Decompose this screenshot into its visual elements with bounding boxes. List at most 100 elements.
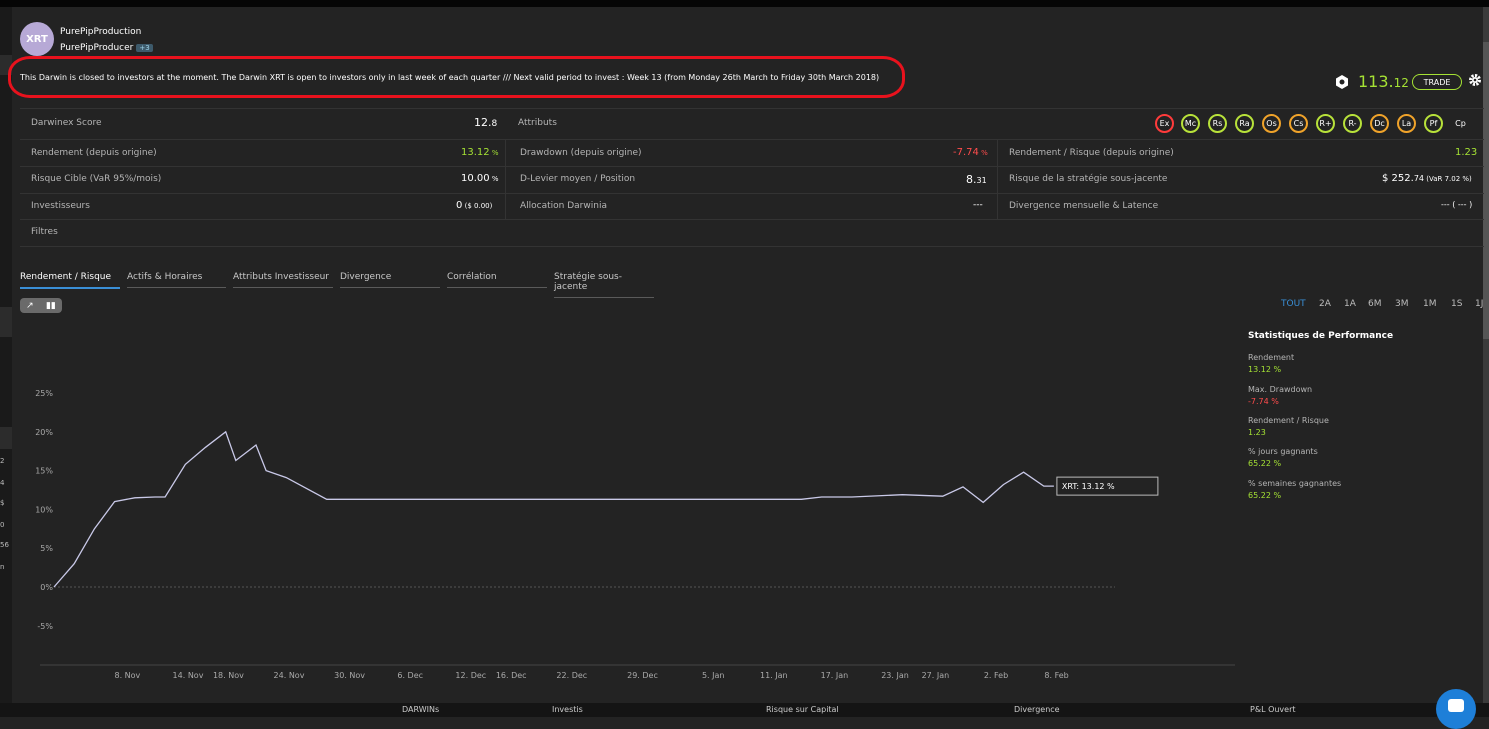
strat-value: $ 252.74 (VaR 7.02 %) [1382, 173, 1472, 184]
price: 113.12 [1358, 72, 1409, 91]
producer-name[interactable]: PurePipProducer [60, 43, 133, 53]
drawdown-value: -7.74 % [953, 147, 988, 158]
alloc-label: Allocation Darwinia [520, 201, 607, 211]
avatar: XRT [20, 22, 54, 56]
x-tick-label: 23. Jan [881, 671, 909, 680]
nav-investis[interactable]: Investis [552, 705, 583, 714]
range-1m[interactable]: 1M [1423, 299, 1437, 309]
drawdown-label: Drawdown (depuis origine) [520, 148, 642, 158]
x-tick-label: 30. Nov [334, 671, 365, 680]
attribute-badge-ex[interactable]: Ex [1155, 114, 1174, 133]
bottom-nav: DARWINs Investis Risque sur Capital Dive… [0, 703, 1489, 717]
y-tick-label: 20% [35, 428, 53, 437]
stat-label: Rendement / Risque [1248, 416, 1329, 425]
tab-attributs-investisseur[interactable]: Attributs Investisseur [233, 272, 333, 288]
attribute-badge-cs[interactable]: Cs [1289, 114, 1308, 133]
x-tick-label: 2. Feb [984, 671, 1008, 680]
strat-label: Risque de la stratégie sous-jacente [1009, 174, 1168, 184]
y-tick-label: 25% [35, 389, 53, 398]
page-scrollbar[interactable] [1483, 7, 1489, 717]
range-1s[interactable]: 1S [1451, 299, 1462, 309]
x-tick-label: 22. Dec [556, 671, 587, 680]
x-tick-label: 17. Jan [821, 671, 849, 680]
x-tick-label: 18. Nov [213, 671, 244, 680]
levier-label: D-Levier moyen / Position [520, 174, 636, 184]
highlight-oval [8, 56, 905, 98]
settings-gear-icon[interactable] [1468, 73, 1482, 87]
line-chart-icon[interactable]: ↗ [26, 301, 34, 311]
y-tick-label: 15% [35, 467, 53, 476]
attribute-badge-rs[interactable]: Rs [1208, 114, 1227, 133]
tab-divergence[interactable]: Divergence [340, 272, 440, 288]
producer-line[interactable]: PurePipProducer +3 [60, 43, 153, 53]
attribute-badge-la[interactable]: La [1397, 114, 1416, 133]
attribute-badge-dc[interactable]: Dc [1370, 114, 1389, 133]
tab-actifs-horaires[interactable]: Actifs & Horaires [127, 272, 226, 288]
trade-button[interactable]: TRADE [1412, 74, 1462, 90]
nav-risque-capital[interactable]: Risque sur Capital [766, 705, 839, 714]
tab-strategie[interactable]: Stratégie sous-jacente [554, 272, 654, 298]
filters-toggle[interactable]: Filtres [31, 227, 58, 237]
attribute-badge-os[interactable]: Os [1262, 114, 1281, 133]
investors-label: Investisseurs [31, 201, 90, 211]
y-tick-label: 10% [35, 505, 53, 514]
divergence-label: Divergence mensuelle & Latence [1009, 201, 1159, 211]
rendement-label: Rendement (depuis origine) [31, 148, 157, 158]
performance-chart: 25% 20% 15% 10% 5% 0% -5% 8. Nov 14. Nov 18. Nov 2… [35, 389, 1235, 680]
y-tick-label: 5% [40, 544, 53, 553]
x-tick-label: 29. Dec [627, 671, 658, 680]
x-tick-label: 12. Dec [455, 671, 486, 680]
shield-icon [1336, 75, 1348, 89]
attribute-badge-rminus[interactable]: R- [1343, 114, 1362, 133]
range-tout[interactable]: TOUT [1281, 299, 1306, 309]
rr-label: Rendement / Risque (depuis origine) [1009, 148, 1174, 158]
chart-type-toggle[interactable]: ↗ ▮▮ [20, 298, 62, 313]
range-6m[interactable]: 6M [1368, 299, 1382, 309]
y-tick-label: -5% [37, 622, 53, 631]
nav-divergence[interactable]: Divergence [1014, 705, 1060, 714]
stat-value: 1.23 [1248, 428, 1266, 437]
bar-chart-icon[interactable]: ▮▮ [46, 301, 56, 311]
attribute-badge-rplus[interactable]: R+ [1316, 114, 1335, 133]
range-3m[interactable]: 3M [1395, 299, 1409, 309]
rendement-value: 13.12 % [461, 147, 499, 158]
y-tick-label: 0% [40, 583, 53, 592]
chat-icon [1448, 699, 1464, 712]
attribute-badge-cp[interactable]: Cp [1451, 114, 1470, 133]
stat-value: 13.12 % [1248, 365, 1282, 374]
range-2a[interactable]: 2A [1319, 299, 1331, 309]
range-1j[interactable]: 1J [1475, 299, 1483, 309]
x-tick-label: 27. Jan [922, 671, 950, 680]
attribute-badge-mc[interactable]: Mc [1181, 114, 1200, 133]
stat-value: -7.74 % [1248, 397, 1279, 406]
x-tick-label: 8. Nov [115, 671, 141, 680]
x-tick-label: 16. Dec [496, 671, 527, 680]
x-tick-label: 24. Nov [274, 671, 305, 680]
series-end-label: XRT: 13.12 % [1062, 482, 1115, 491]
stat-value: 65.22 % [1248, 459, 1282, 468]
attribute-badge-pf[interactable]: Pf [1424, 114, 1443, 133]
levier-value: 8.31 [966, 173, 987, 186]
rr-value: 1.23 [1455, 147, 1478, 158]
chat-button[interactable] [1436, 689, 1476, 729]
score-value: 12.8 [474, 116, 498, 129]
tab-rendement-risque[interactable]: Rendement / Risque [20, 272, 120, 289]
attribute-badge-ra[interactable]: Ra [1235, 114, 1254, 133]
x-tick-label: 6. Dec [397, 671, 423, 680]
darwin-name: PurePipProduction [60, 27, 142, 37]
risque-label: Risque Cible (VaR 95%/mois) [31, 174, 162, 184]
x-tick-label: 14. Nov [173, 671, 204, 680]
divergence-value: --- ( --- ) [1441, 200, 1473, 209]
stat-label: % jours gagnants [1248, 447, 1318, 456]
scrollbar-thumb[interactable] [1483, 42, 1489, 339]
nav-darwins[interactable]: DARWINs [402, 705, 439, 714]
top-strip [0, 0, 1489, 7]
range-1a[interactable]: 1A [1344, 299, 1356, 309]
alloc-value: --- [973, 200, 983, 210]
score-label: Darwinex Score [31, 118, 102, 128]
tab-correlation[interactable]: Corrélation [447, 272, 547, 288]
stats-title: Statistiques de Performance [1248, 331, 1394, 341]
nav-pl-ouvert[interactable]: P&L Ouvert [1250, 705, 1296, 714]
series-line-xrt [53, 430, 1054, 588]
risque-value: 10.00 % [461, 173, 499, 184]
